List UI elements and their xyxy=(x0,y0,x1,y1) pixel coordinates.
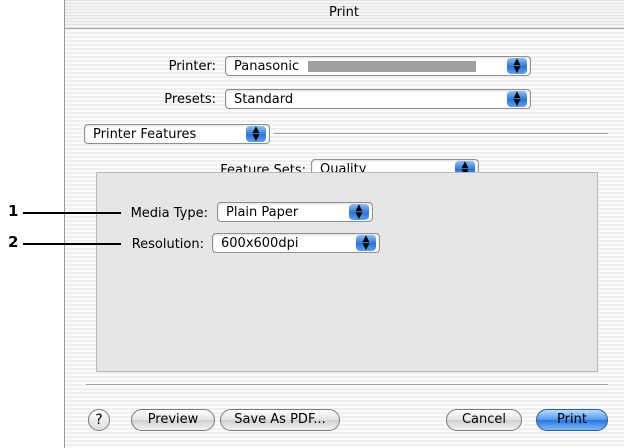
updown-arrows-icon: ▲▼ xyxy=(349,204,369,221)
save-as-pdf-button[interactable]: Save As PDF... xyxy=(220,409,340,431)
updown-arrows-icon: ▲▼ xyxy=(246,126,266,143)
media-type-value: Plain Paper xyxy=(226,205,299,220)
updown-arrows-icon: ▲▼ xyxy=(507,58,527,75)
footer-separator xyxy=(86,384,608,386)
window-title: Print xyxy=(329,5,359,20)
pane-popup[interactable]: Printer Features ▲ ▼ xyxy=(84,124,270,144)
help-icon[interactable]: ? xyxy=(88,409,110,431)
callout-line-2 xyxy=(23,243,121,245)
updown-arrows-icon: ▲▼ xyxy=(356,235,376,252)
pane-separator xyxy=(274,133,608,135)
pane-value: Printer Features xyxy=(93,127,197,142)
callout-number-1: 1 xyxy=(8,202,19,220)
presets-value: Standard xyxy=(234,92,294,107)
resolution-label: Resolution: xyxy=(131,237,204,252)
presets-popup[interactable]: Standard ▲ ▼ xyxy=(225,89,531,109)
callout-line-1 xyxy=(23,212,121,214)
updown-arrows-icon: ▲▼ xyxy=(507,91,527,108)
resolution-popup[interactable]: 600x600dpi ▲ ▼ xyxy=(212,233,380,253)
media-type-popup[interactable]: Plain Paper ▲ ▼ xyxy=(217,202,373,222)
printer-label: Printer: xyxy=(168,59,216,74)
cancel-button[interactable]: Cancel xyxy=(446,409,522,431)
printer-value: Panasonic xyxy=(234,59,300,74)
preview-button[interactable]: Preview xyxy=(131,409,215,431)
print-button[interactable]: Print xyxy=(536,409,608,431)
printer-popup[interactable]: Panasonic ▲ ▼ xyxy=(225,56,531,76)
presets-label: Presets: xyxy=(164,92,216,107)
resolution-value: 600x600dpi xyxy=(221,236,299,251)
callout-number-2: 2 xyxy=(8,233,19,251)
media-type-label: Media Type: xyxy=(130,206,208,221)
redacted-text xyxy=(308,61,476,72)
